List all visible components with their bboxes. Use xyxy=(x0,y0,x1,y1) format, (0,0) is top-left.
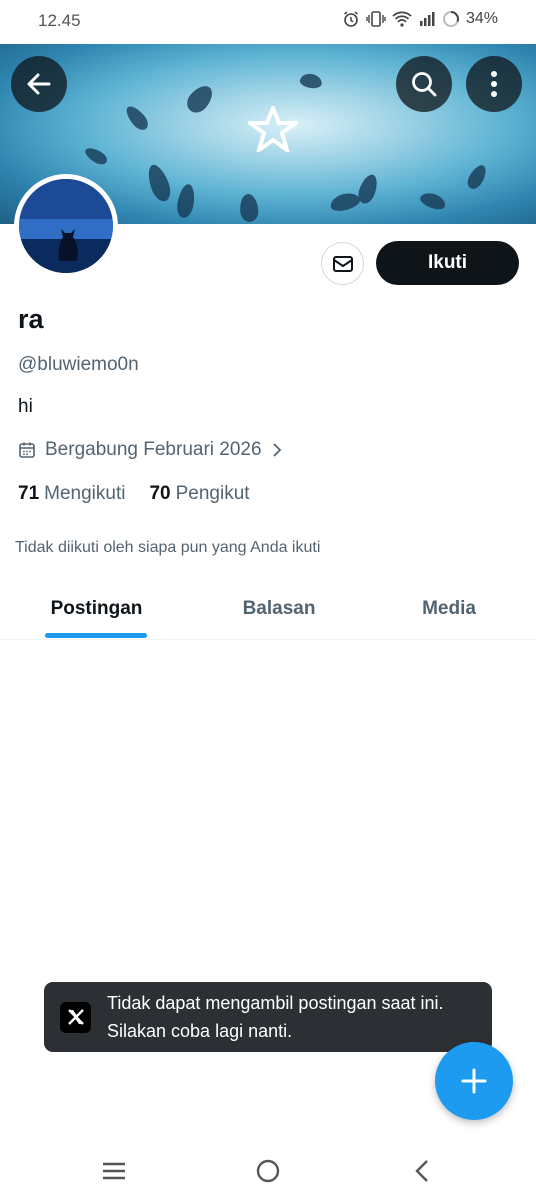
more-vertical-icon xyxy=(491,71,497,97)
alarm-icon xyxy=(344,11,358,27)
toast-message: Tidak dapat mengambil postingan saat ini… xyxy=(107,993,444,1041)
system-back-button[interactable] xyxy=(402,1154,442,1188)
recents-button[interactable] xyxy=(94,1154,134,1188)
recents-icon xyxy=(103,1162,125,1180)
vibrate-icon xyxy=(366,11,386,27)
x-logo-icon xyxy=(60,1001,91,1033)
joined-label: Bergabung Februari 2026 xyxy=(45,439,262,460)
search-icon xyxy=(412,72,437,97)
avatar-image xyxy=(19,179,113,273)
tab-posts[interactable]: Postingan xyxy=(30,578,163,640)
home-icon xyxy=(256,1159,280,1183)
back-chevron-icon xyxy=(415,1160,428,1182)
active-tab-indicator xyxy=(45,633,147,638)
profile-handle: @bluwiemo0n xyxy=(18,354,139,375)
error-toast: Tidak dapat mengambil postingan saat ini… xyxy=(44,982,492,1052)
mail-icon xyxy=(332,255,353,272)
joined-date[interactable]: Bergabung Februari 2026 xyxy=(18,439,283,461)
profile-tabs: Postingan Balasan Media xyxy=(0,578,536,640)
star-decoration xyxy=(248,106,298,152)
signal-icon xyxy=(419,12,435,26)
followers-count: 70 xyxy=(149,483,171,504)
tab-media[interactable]: Media xyxy=(389,578,509,640)
message-button[interactable] xyxy=(321,242,364,285)
search-button[interactable] xyxy=(396,56,452,112)
following-link[interactable]: 71 Mengikuti xyxy=(18,483,125,505)
battery-icon xyxy=(442,11,459,27)
battery-percent: 34% xyxy=(465,10,498,27)
tab-replies[interactable]: Balasan xyxy=(209,578,349,640)
more-options-button[interactable] xyxy=(466,56,522,112)
not-followed-note: Tidak diikuti oleh siapa pun yang Anda i… xyxy=(15,539,321,556)
following-label: Mengikuti xyxy=(44,483,126,504)
status-icons: 34% xyxy=(342,10,498,28)
home-button[interactable] xyxy=(248,1154,288,1188)
compose-button[interactable] xyxy=(435,1042,513,1120)
system-nav-bar xyxy=(0,1140,536,1200)
follow-stats: 71 Mengikuti 70 Pengikut xyxy=(18,483,250,505)
followers-label: Pengikut xyxy=(175,483,250,504)
calendar-icon xyxy=(19,442,35,458)
status-time: 12.45 xyxy=(38,11,81,30)
followers-link[interactable]: 70 Pengikut xyxy=(149,483,249,505)
plus-icon xyxy=(461,1068,487,1094)
status-bar: 12.45 34% xyxy=(0,0,536,44)
following-count: 71 xyxy=(18,483,40,504)
chevron-right-icon xyxy=(272,443,281,457)
back-button[interactable] xyxy=(11,56,67,112)
follow-button[interactable]: Ikuti xyxy=(376,241,519,285)
profile-bio: hi xyxy=(18,396,33,417)
wifi-icon xyxy=(392,11,412,27)
avatar[interactable] xyxy=(14,174,118,278)
arrow-left-icon xyxy=(27,73,51,95)
profile-name: ra xyxy=(18,304,44,334)
